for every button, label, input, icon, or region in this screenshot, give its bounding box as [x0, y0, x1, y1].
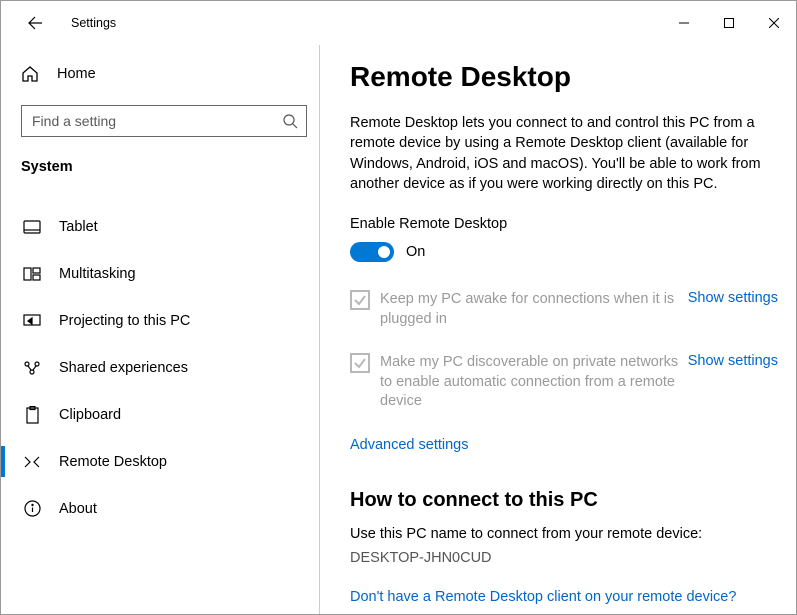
sidebar-item-label: Shared experiences — [59, 360, 188, 376]
sidebar-item-projecting[interactable]: Projecting to this PC — [1, 297, 319, 344]
clipboard-icon — [25, 406, 40, 424]
home-icon — [21, 65, 39, 83]
sidebar: Home Find a setting System Tablet Multit… — [1, 45, 319, 614]
maximize-icon — [724, 18, 734, 28]
connect-heading: How to connect to this PC — [350, 489, 778, 512]
check-icon — [353, 293, 367, 307]
minimize-button[interactable] — [661, 8, 706, 38]
sidebar-item-label: About — [59, 501, 97, 517]
keep-awake-label: Keep my PC awake for connections when it… — [380, 290, 688, 329]
category-label: System — [1, 147, 319, 181]
pc-name: DESKTOP-JHN0CUD — [350, 550, 778, 566]
close-button[interactable] — [751, 8, 796, 38]
main-panel: Remote Desktop Remote Desktop lets you c… — [319, 45, 796, 614]
check-icon — [353, 356, 367, 370]
sidebar-item-multitasking[interactable]: Multitasking — [1, 250, 319, 297]
window-title: Settings — [71, 16, 116, 30]
keep-awake-checkbox[interactable] — [350, 290, 370, 310]
sidebar-item-label: Tablet — [59, 219, 98, 235]
search-placeholder: Find a setting — [32, 113, 283, 129]
discoverable-label: Make my PC discoverable on private netwo… — [380, 353, 688, 412]
show-settings-link-1[interactable]: Show settings — [688, 290, 778, 306]
sidebar-item-about[interactable]: About — [1, 485, 319, 532]
search-icon — [283, 114, 298, 129]
toggle-state: On — [406, 244, 425, 260]
sidebar-item-label: Remote Desktop — [59, 454, 167, 470]
remote-desktop-icon — [23, 454, 41, 470]
sidebar-item-remote-desktop[interactable]: Remote Desktop — [1, 438, 319, 485]
shared-experiences-icon — [23, 360, 41, 376]
sidebar-item-label: Multitasking — [59, 266, 136, 282]
sidebar-item-clipboard[interactable]: Clipboard — [1, 391, 319, 438]
projecting-icon — [23, 314, 41, 328]
close-icon — [769, 18, 779, 28]
titlebar: Settings — [1, 1, 796, 45]
sidebar-item-label: Clipboard — [59, 407, 121, 423]
enable-remote-desktop-label: Enable Remote Desktop — [350, 216, 778, 232]
search-input[interactable]: Find a setting — [21, 105, 307, 137]
maximize-button[interactable] — [706, 8, 751, 38]
sidebar-item-tablet[interactable]: Tablet — [1, 203, 319, 250]
home-nav[interactable]: Home — [1, 57, 319, 91]
arrow-left-icon — [27, 15, 43, 31]
advanced-settings-link[interactable]: Advanced settings — [350, 437, 469, 453]
help-link[interactable]: Don't have a Remote Desktop client on yo… — [350, 589, 736, 605]
show-settings-link-2[interactable]: Show settings — [688, 353, 778, 369]
discoverable-checkbox[interactable] — [350, 353, 370, 373]
page-description: Remote Desktop lets you connect to and c… — [350, 113, 778, 194]
home-label: Home — [57, 66, 96, 82]
connect-info: Use this PC name to connect from your re… — [350, 526, 778, 542]
window-controls — [661, 8, 796, 38]
back-button[interactable] — [17, 5, 53, 41]
enable-remote-desktop-toggle[interactable] — [350, 242, 394, 262]
minimize-icon — [679, 18, 689, 28]
sidebar-item-label: Projecting to this PC — [59, 313, 190, 329]
multitasking-icon — [23, 267, 41, 281]
tablet-icon — [23, 220, 41, 234]
sidebar-item-shared-experiences[interactable]: Shared experiences — [1, 344, 319, 391]
page-heading: Remote Desktop — [350, 61, 778, 93]
about-icon — [24, 500, 41, 517]
